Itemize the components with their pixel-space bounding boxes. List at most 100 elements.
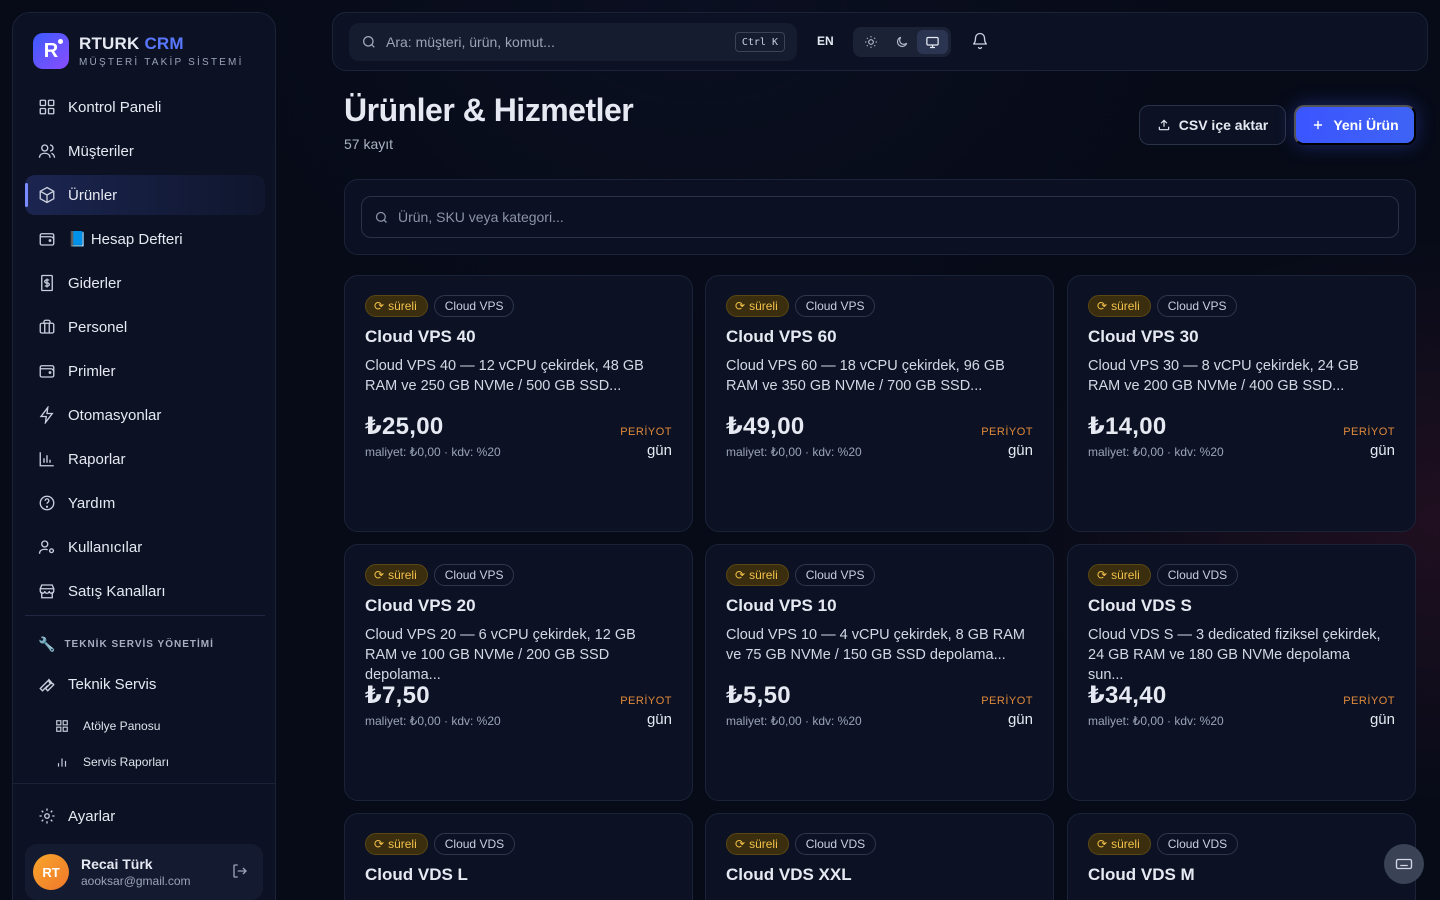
- dashboard-icon: [38, 98, 56, 116]
- sidebar-item-label: Giderler: [68, 274, 122, 292]
- product-card[interactable]: ⟳ süreli Cloud VDS Cloud VDS S Cloud VDS S…: [1067, 544, 1416, 801]
- sidebar-item-tech-service[interactable]: Teknik Servis: [25, 664, 265, 704]
- bell-icon[interactable]: [971, 32, 989, 55]
- category-badge: Cloud VPS: [794, 564, 876, 586]
- period-badge: ⟳ süreli: [726, 564, 789, 586]
- product-meta: maliyet: ₺0,00 · kdv: %20: [1088, 445, 1224, 459]
- sun-icon: [864, 35, 878, 49]
- product-search-input[interactable]: Ürün, SKU veya kategori...: [361, 196, 1399, 238]
- product-description: Cloud VPS 30 — 8 vCPU çekirdek, 24 GB RA…: [1088, 358, 1359, 394]
- product-card[interactable]: ⟳ süreli Cloud VPS Cloud VPS 20 Cloud VPS …: [344, 544, 693, 801]
- product-card[interactable]: ⟳ süreli Cloud VDS Cloud VDS XXL: [705, 813, 1054, 900]
- tech-section-title: 🔧 TEKNİK SERVİS YÖNETİMİ: [25, 624, 265, 664]
- brand-logo: R: [33, 33, 69, 69]
- global-search-input[interactable]: Ara: müşteri, ürün, komut... Ctrl K: [349, 23, 797, 61]
- period-badge-label: süreli: [388, 837, 417, 851]
- sidebar-item-expenses[interactable]: Giderler: [25, 263, 265, 303]
- refresh-icon: ⟳: [374, 568, 385, 582]
- product-meta: maliyet: ₺0,00 · kdv: %20: [726, 714, 862, 728]
- system-theme-button[interactable]: [917, 30, 949, 54]
- product-title: Cloud VPS 30: [1088, 327, 1199, 346]
- brand-name-accent: CRM: [144, 34, 184, 53]
- wallet-icon: [38, 362, 56, 380]
- product-meta: maliyet: ₺0,00 · kdv: %20: [726, 445, 862, 459]
- period-label: PERİYOT: [981, 695, 1033, 707]
- sidebar-item-users[interactable]: Kullanıcılar: [25, 527, 265, 567]
- sidebar-item-label: Otomasyonlar: [68, 406, 162, 424]
- product-card[interactable]: ⟳ süreli Cloud VPS Cloud VPS 30 Cloud VPS …: [1067, 275, 1416, 532]
- monitor-icon: [925, 35, 940, 50]
- product-price: ₺7,50: [365, 682, 430, 709]
- period-badge-label: süreli: [749, 568, 778, 582]
- csv-import-button[interactable]: CSV içe aktar: [1139, 105, 1286, 145]
- brand-logo-letter: R: [43, 39, 59, 62]
- sidebar-item-sales-channels[interactable]: Satış Kanalları: [25, 571, 265, 611]
- period-badge-label: süreli: [1111, 299, 1140, 313]
- sidebar-item-reports[interactable]: Raporlar: [25, 439, 265, 479]
- product-description: Cloud VPS 60 — 18 vCPU çekirdek, 96 GB R…: [726, 358, 1005, 394]
- search-icon: [361, 34, 377, 50]
- sidebar-item-service-reports[interactable]: Servis Raporları: [25, 744, 265, 780]
- product-description: Cloud VPS 20 — 6 vCPU çekirdek, 12 GB RA…: [365, 627, 636, 683]
- sidebar-footer: Ayarlar RT Recai Türk aooksar@gmail.com: [13, 783, 275, 900]
- category-badge: Cloud VPS: [433, 564, 515, 586]
- sidebar-item-workshop-board[interactable]: Atölye Panosu: [25, 708, 265, 744]
- product-price: ₺5,50: [726, 682, 791, 709]
- product-card[interactable]: ⟳ süreli Cloud VPS Cloud VPS 10 Cloud VPS …: [705, 544, 1054, 801]
- category-badge: Cloud VPS: [794, 295, 876, 317]
- bolt-icon: [38, 406, 56, 424]
- category-badge: Cloud VPS: [1156, 295, 1238, 317]
- sidebar-item-bonuses[interactable]: Primler: [25, 351, 265, 391]
- product-card[interactable]: ⟳ süreli Cloud VPS Cloud VPS 40 Cloud VPS …: [344, 275, 693, 532]
- brand[interactable]: R RTURK CRM MÜŞTERİ TAKİP SİSTEMİ: [33, 33, 244, 69]
- light-theme-button[interactable]: [856, 30, 887, 54]
- sidebar: R RTURK CRM MÜŞTERİ TAKİP SİSTEMİ Kontro…: [12, 12, 276, 900]
- period-label: PERİYOT: [620, 426, 672, 438]
- user-card[interactable]: RT Recai Türk aooksar@gmail.com: [25, 844, 263, 900]
- sidebar-item-label: Ayarlar: [68, 807, 116, 825]
- sidebar-item-settings[interactable]: Ayarlar: [25, 796, 265, 836]
- help-icon: [38, 494, 56, 512]
- briefcase-icon: [38, 318, 56, 336]
- keyboard-icon[interactable]: [1384, 844, 1424, 884]
- sidebar-item-help[interactable]: Yardım: [25, 483, 265, 523]
- dark-theme-button[interactable]: [887, 30, 918, 54]
- period-label: PERİYOT: [1343, 426, 1395, 438]
- period-badge: ⟳ süreli: [365, 833, 428, 855]
- period-badge-label: süreli: [749, 837, 778, 851]
- language-toggle[interactable]: EN: [817, 34, 834, 48]
- category-badge: Cloud VDS: [1156, 833, 1239, 855]
- period-value: gün: [1007, 442, 1033, 459]
- period-value: gün: [646, 442, 672, 459]
- filter-panel: Ürün, SKU veya kategori...: [344, 179, 1416, 255]
- logout-icon[interactable]: [231, 862, 249, 885]
- wallet-icon: [38, 230, 56, 248]
- product-description: Cloud VPS 40 — 12 vCPU çekirdek, 48 GB R…: [365, 358, 644, 394]
- period-label: PERİYOT: [620, 695, 672, 707]
- category-badge: Cloud VDS: [794, 833, 877, 855]
- period-badge-label: süreli: [749, 299, 778, 313]
- period-value: gün: [1369, 442, 1395, 459]
- product-card[interactable]: ⟳ süreli Cloud VDS Cloud VDS M: [1067, 813, 1416, 900]
- period-badge: ⟳ süreli: [365, 295, 428, 317]
- sidebar-item-label: Yardım: [68, 494, 116, 512]
- sidebar-item-dashboard[interactable]: Kontrol Paneli: [25, 87, 265, 127]
- sidebar-item-products[interactable]: Ürünler: [25, 175, 265, 215]
- refresh-icon: ⟳: [1097, 837, 1108, 851]
- new-product-label: Yeni Ürün: [1333, 117, 1399, 133]
- sidebar-item-staff[interactable]: Personel: [25, 307, 265, 347]
- product-card[interactable]: ⟳ süreli Cloud VDS Cloud VDS L: [344, 813, 693, 900]
- product-price: ₺49,00: [726, 413, 805, 440]
- store-icon: [38, 582, 56, 600]
- user-email: aooksar@gmail.com: [81, 874, 191, 888]
- product-meta: maliyet: ₺0,00 · kdv: %20: [365, 445, 501, 459]
- sidebar-item-label: Servis Raporları: [83, 755, 170, 769]
- sidebar-item-customers[interactable]: Müşteriler: [25, 131, 265, 171]
- sidebar-item-ledger[interactable]: 📘 Hesap Defteri: [25, 219, 265, 259]
- product-description: Cloud VDS S — 3 dedicated fiziksel çekir…: [1088, 627, 1381, 683]
- sidebar-item-automations[interactable]: Otomasyonlar: [25, 395, 265, 435]
- sidebar-item-label: Personel: [68, 318, 128, 336]
- product-meta: maliyet: ₺0,00 · kdv: %20: [1088, 714, 1224, 728]
- product-card[interactable]: ⟳ süreli Cloud VPS Cloud VPS 60 Cloud VPS …: [705, 275, 1054, 532]
- new-product-button[interactable]: Yeni Ürün: [1294, 105, 1416, 145]
